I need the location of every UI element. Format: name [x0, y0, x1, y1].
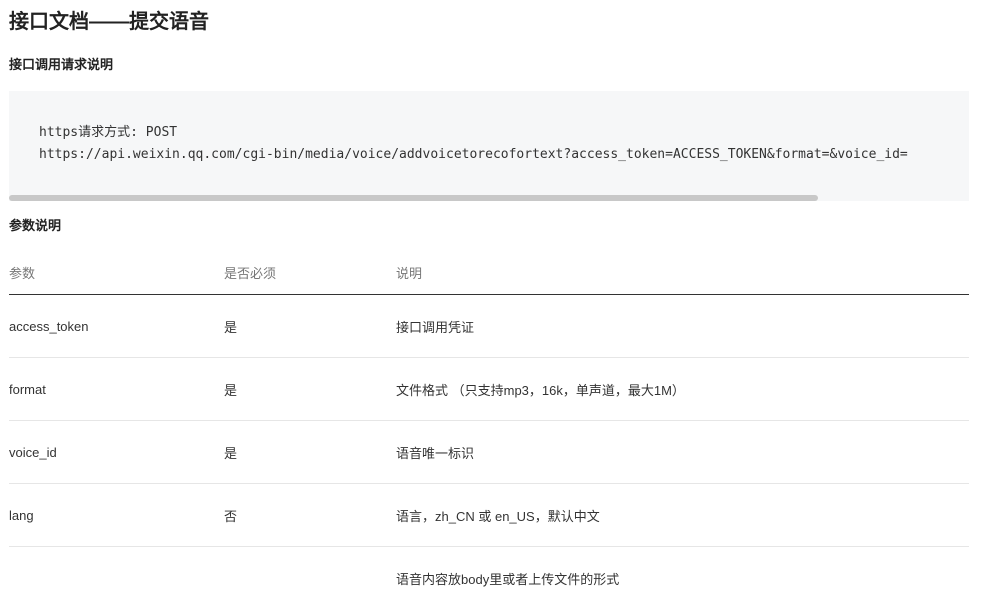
param-required-cell: 否: [224, 483, 396, 547]
code-block[interactable]: https请求方式: POST https://api.weixin.qq.co…: [9, 91, 969, 201]
param-description-cell: 文件格式 （只支持mp3，16k，单声道，最大1M）: [396, 357, 969, 421]
request-section-heading: 接口调用请求说明: [9, 57, 114, 72]
param-name-cell: format: [9, 357, 224, 421]
table-row: 语音内容放body里或者上传文件的形式: [9, 547, 969, 605]
column-header-required: 是否必须: [224, 250, 396, 295]
param-description-cell: 语音唯一标识: [396, 420, 969, 484]
column-header-param: 参数: [9, 250, 224, 295]
param-required-cell: 是: [224, 294, 396, 358]
page-title: 接口文档——提交语音: [9, 11, 209, 33]
table-row: format 是 文件格式 （只支持mp3，16k，单声道，最大1M）: [9, 357, 969, 421]
param-required-cell: 是: [224, 357, 396, 421]
params-section-heading: 参数说明: [9, 218, 62, 233]
table-row: lang 否 语言，zh_CN 或 en_US，默认中文: [9, 483, 969, 547]
param-name-cell: access_token: [9, 294, 224, 358]
param-description-cell: 语音内容放body里或者上传文件的形式: [396, 571, 620, 587]
horizontal-scrollbar[interactable]: [9, 195, 818, 201]
param-description-cell: 语言，zh_CN 或 en_US，默认中文: [396, 483, 969, 547]
param-name-cell: lang: [9, 483, 224, 547]
param-name-cell: voice_id: [9, 420, 224, 484]
code-method-line: https请求方式: POST: [39, 125, 178, 140]
code-url-line: https://api.weixin.qq.com/cgi-bin/media/…: [39, 147, 908, 162]
api-doc-page: 接口文档——提交语音 接口调用请求说明 https请求方式: POST http…: [0, 0, 984, 605]
table-row: voice_id 是 语音唯一标识: [9, 420, 969, 484]
table-row: access_token 是 接口调用凭证: [9, 294, 969, 358]
code-content: https请求方式: POST https://api.weixin.qq.co…: [39, 122, 908, 166]
params-table: 参数 是否必须 说明 access_token 是 接口调用凭证 format …: [9, 250, 969, 605]
param-name-cell: [9, 547, 224, 605]
param-description-cell: 接口调用凭证: [396, 294, 969, 358]
column-header-description: 说明: [396, 250, 969, 295]
table-header-row: 参数 是否必须 说明: [9, 250, 969, 295]
param-required-cell: [224, 547, 396, 605]
param-required-cell: 是: [224, 420, 396, 484]
